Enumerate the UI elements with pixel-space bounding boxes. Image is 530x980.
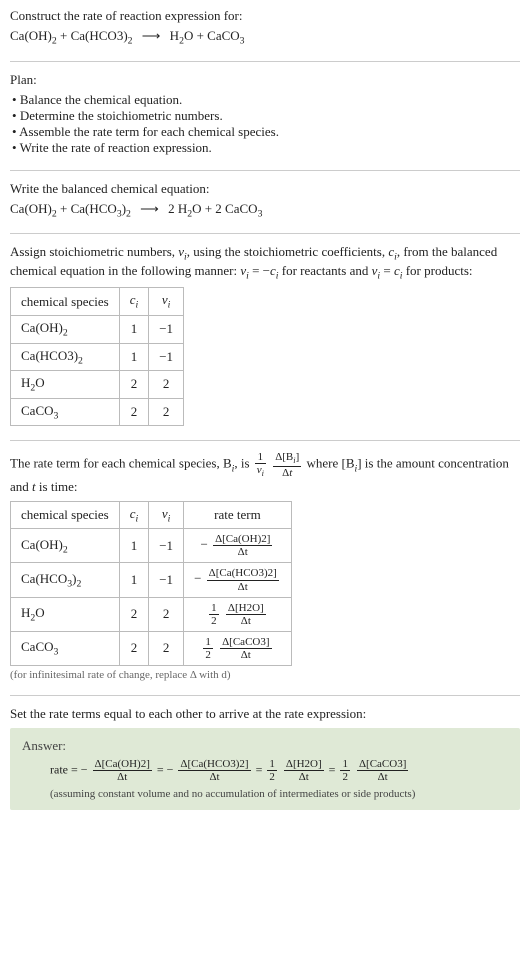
answer-note: (assuming constant volume and no accumul… bbox=[50, 788, 508, 800]
prompt-equation: Ca(OH)2 + Ca(HCO3)2 ⟶ H2O + CaCO3 bbox=[10, 28, 520, 47]
cell-rate: 12 Δ[CaCO3]Δt bbox=[184, 631, 292, 665]
cell-ci: 1 bbox=[119, 343, 149, 371]
cell-vi: −1 bbox=[149, 343, 184, 371]
answer-label: Answer: bbox=[22, 738, 508, 754]
cell-ci: 1 bbox=[119, 563, 149, 597]
cell-ci: 2 bbox=[119, 597, 149, 631]
prompt-title: Construct the rate of reaction expressio… bbox=[10, 8, 520, 24]
cell-species: H2O bbox=[11, 597, 120, 631]
cell-ci: 2 bbox=[119, 398, 149, 426]
balanced-equation: Ca(OH)2 + Ca(HCO3)2 ⟶ 2 H2O + 2 CaCO3 bbox=[10, 201, 520, 220]
cell-vi: −1 bbox=[149, 529, 184, 563]
col-ci: ci bbox=[119, 288, 149, 316]
cell-species: CaCO3 bbox=[11, 631, 120, 665]
plan-item: Balance the chemical equation. bbox=[12, 92, 520, 108]
cell-rate: − Δ[Ca(OH)2]Δt bbox=[184, 529, 292, 563]
cell-species: Ca(OH)2 bbox=[11, 529, 120, 563]
plan-item: Assemble the rate term for each chemical… bbox=[12, 124, 520, 140]
cell-vi: 2 bbox=[149, 597, 184, 631]
plan-item: Determine the stoichiometric numbers. bbox=[12, 108, 520, 124]
cell-species: H2O bbox=[11, 371, 120, 399]
cell-vi: 2 bbox=[149, 631, 184, 665]
stoich-table: chemical species ci νi Ca(OH)2 1 −1 Ca(H… bbox=[10, 287, 184, 426]
table-header-row: chemical species ci νi rate term bbox=[11, 501, 292, 529]
balanced-label: Write the balanced chemical equation: bbox=[10, 181, 520, 197]
cell-vi: 2 bbox=[149, 398, 184, 426]
table-row: CaCO3 2 2 bbox=[11, 398, 184, 426]
cell-species: Ca(OH)2 bbox=[11, 315, 120, 343]
rate-table: chemical species ci νi rate term Ca(OH)2… bbox=[10, 501, 292, 666]
col-ci: ci bbox=[119, 501, 149, 529]
assign-text: Assign stoichiometric numbers, νi, using… bbox=[10, 244, 520, 281]
cell-species: Ca(HCO3)2 bbox=[11, 343, 120, 371]
col-vi: νi bbox=[149, 288, 184, 316]
col-rate: rate term bbox=[184, 501, 292, 529]
cell-species: Ca(HCO3)2 bbox=[11, 563, 120, 597]
plan-list: Balance the chemical equation. Determine… bbox=[10, 92, 520, 156]
answer-box: Answer: rate = − Δ[Ca(OH)2]Δt = − Δ[Ca(H… bbox=[10, 728, 520, 810]
answer-equation: rate = − Δ[Ca(OH)2]Δt = − Δ[Ca(HCO3)2]Δt… bbox=[50, 758, 508, 783]
cell-species: CaCO3 bbox=[11, 398, 120, 426]
cell-vi: −1 bbox=[149, 315, 184, 343]
divider bbox=[10, 233, 520, 234]
table-row: Ca(HCO3)2 1 −1 bbox=[11, 343, 184, 371]
col-vi: νi bbox=[149, 501, 184, 529]
assign-section: Assign stoichiometric numbers, νi, using… bbox=[10, 244, 520, 426]
divider bbox=[10, 695, 520, 696]
frac-dBi-dt: Δ[Bi]Δt bbox=[273, 451, 301, 478]
table-header-row: chemical species ci νi bbox=[11, 288, 184, 316]
cell-ci: 2 bbox=[119, 371, 149, 399]
prompt-section: Construct the rate of reaction expressio… bbox=[10, 8, 520, 47]
frac-1-over-vi: 1νi bbox=[255, 451, 266, 478]
cell-ci: 1 bbox=[119, 315, 149, 343]
table-row: H2O 2 2 12 Δ[H2O]Δt bbox=[11, 597, 292, 631]
plan-section: Plan: Balance the chemical equation. Det… bbox=[10, 72, 520, 156]
rate-lhs: rate bbox=[50, 762, 68, 776]
rateterm-text: The rate term for each chemical species,… bbox=[10, 451, 520, 494]
rateterm-section: The rate term for each chemical species,… bbox=[10, 451, 520, 681]
table-row: Ca(OH)2 1 −1 bbox=[11, 315, 184, 343]
cell-vi: −1 bbox=[149, 563, 184, 597]
cell-ci: 1 bbox=[119, 529, 149, 563]
plan-item: Write the rate of reaction expression. bbox=[12, 140, 520, 156]
table-row: Ca(HCO3)2 1 −1 − Δ[Ca(HCO3)2]Δt bbox=[11, 563, 292, 597]
col-species: chemical species bbox=[11, 288, 120, 316]
final-label: Set the rate terms equal to each other t… bbox=[10, 706, 520, 722]
divider bbox=[10, 61, 520, 62]
cell-rate: 12 Δ[H2O]Δt bbox=[184, 597, 292, 631]
final-section: Set the rate terms equal to each other t… bbox=[10, 706, 520, 810]
infinitesimal-note: (for infinitesimal rate of change, repla… bbox=[10, 669, 520, 681]
table-row: CaCO3 2 2 12 Δ[CaCO3]Δt bbox=[11, 631, 292, 665]
cell-rate: − Δ[Ca(HCO3)2]Δt bbox=[184, 563, 292, 597]
table-row: Ca(OH)2 1 −1 − Δ[Ca(OH)2]Δt bbox=[11, 529, 292, 563]
cell-vi: 2 bbox=[149, 371, 184, 399]
cell-ci: 2 bbox=[119, 631, 149, 665]
table-row: H2O 2 2 bbox=[11, 371, 184, 399]
divider bbox=[10, 170, 520, 171]
divider bbox=[10, 440, 520, 441]
balanced-section: Write the balanced chemical equation: Ca… bbox=[10, 181, 520, 220]
col-species: chemical species bbox=[11, 501, 120, 529]
plan-label: Plan: bbox=[10, 72, 520, 88]
